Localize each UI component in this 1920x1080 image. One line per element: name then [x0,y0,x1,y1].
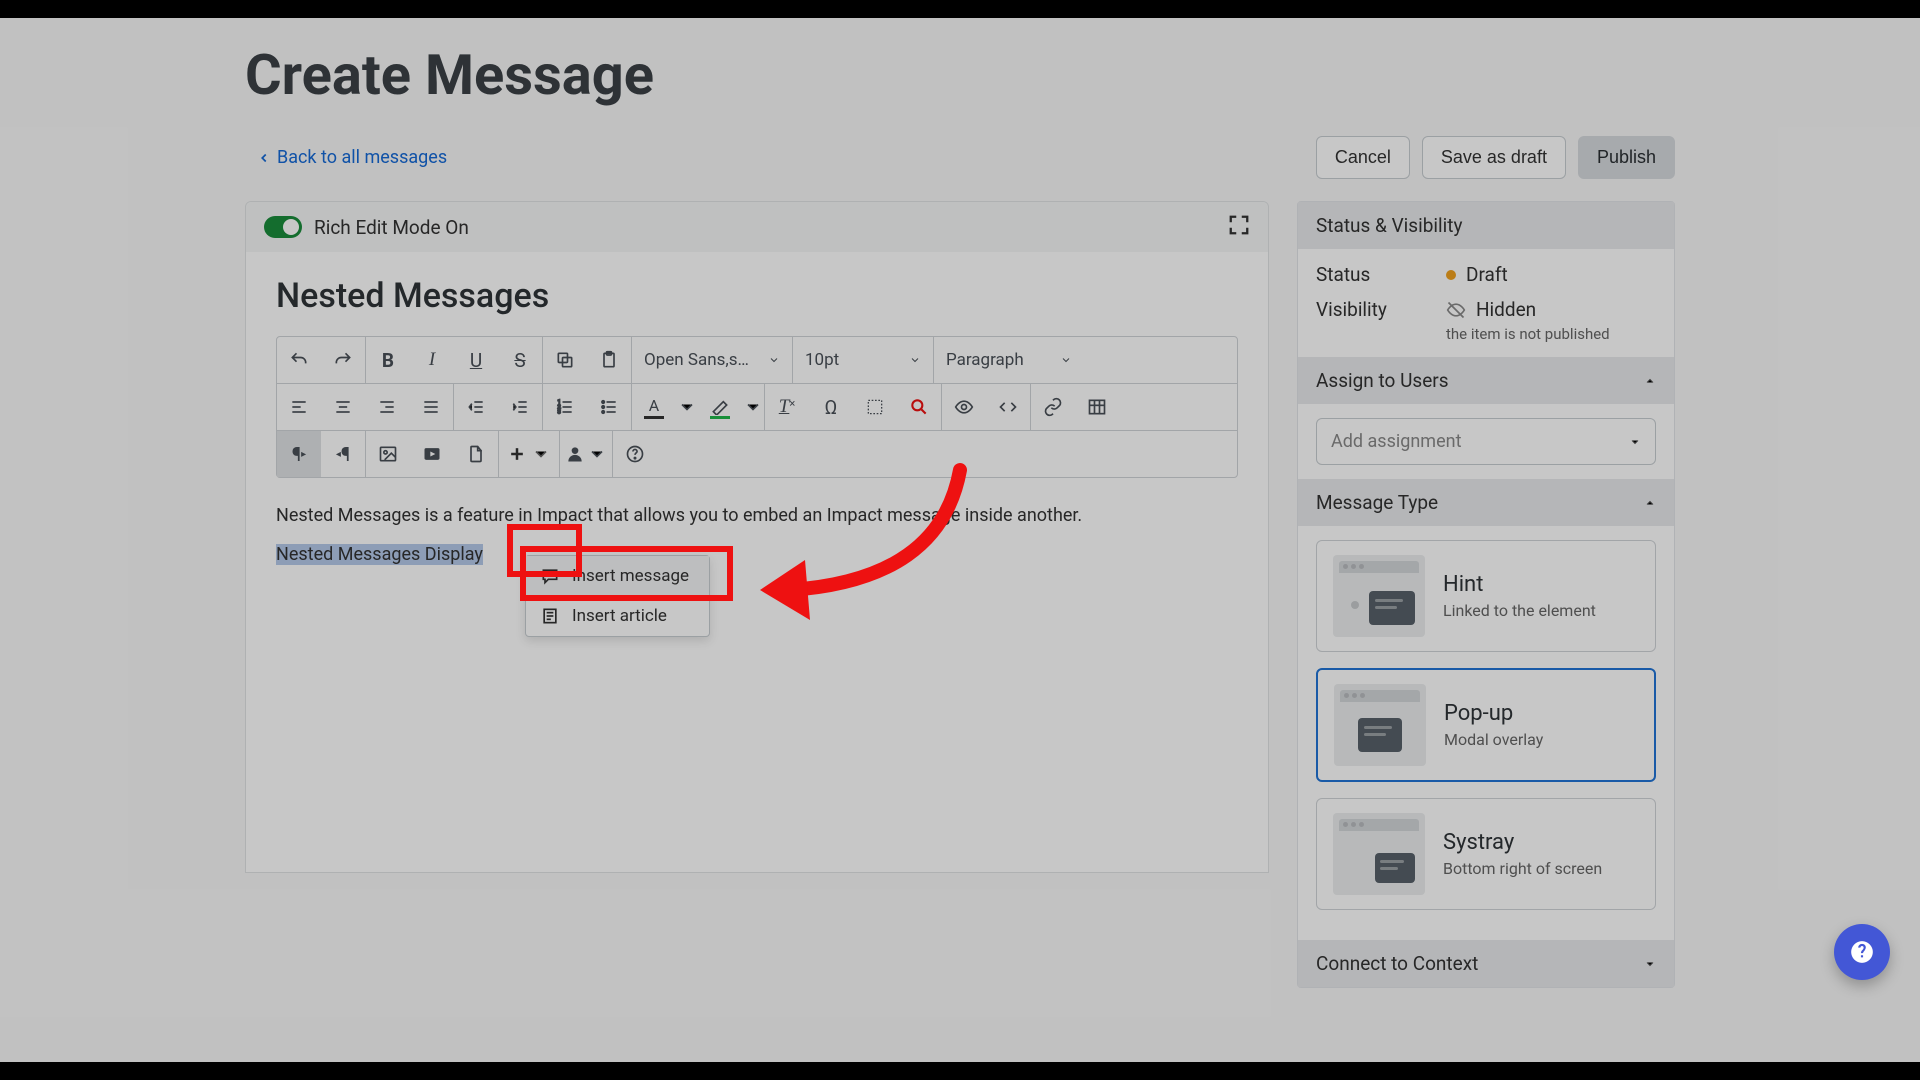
font-family-value: Open Sans,s… [644,350,749,370]
underline-button[interactable]: U [454,337,498,383]
publish-button[interactable]: Publish [1578,136,1675,179]
rich-edit-toggle[interactable] [264,216,302,238]
align-right-button[interactable] [365,384,409,430]
font-size-value: 10pt [805,350,839,370]
block-format-select[interactable]: Paragraph [934,337,1084,383]
insert-article-item[interactable]: Insert article [526,596,709,636]
insert-link-button[interactable] [1031,384,1075,430]
rich-text-toolbar: B I U S Open Sans,s… [276,336,1238,478]
message-icon [540,566,560,586]
highlight-color-chevron[interactable] [742,384,764,430]
find-replace-button[interactable] [897,384,941,430]
insert-table-button[interactable] [1075,384,1119,430]
cancel-button[interactable]: Cancel [1316,136,1410,179]
unordered-list-button[interactable] [587,384,631,430]
align-center-button[interactable] [321,384,365,430]
ltr-button[interactable]: ¶▸ [277,431,321,477]
outdent-button[interactable] [454,384,498,430]
insert-dropdown-menu: Insert message Insert article [525,555,710,637]
systray-preview-icon [1333,813,1425,895]
article-icon [540,606,560,626]
insert-menu-button[interactable] [499,431,559,477]
clear-format-button[interactable]: T× [765,384,809,430]
editor-selected-text[interactable]: Nested Messages Display [276,544,483,565]
text-color-chevron[interactable] [676,384,698,430]
visibility-label: Visibility [1316,298,1446,321]
highlight-color-button[interactable] [698,384,742,430]
status-label: Status [1316,263,1446,286]
connect-context-label: Connect to Context [1316,952,1478,975]
insert-message-item[interactable]: Insert message [526,556,709,596]
insert-file-button[interactable] [454,431,498,477]
help-fab-button[interactable] [1834,924,1890,980]
italic-button[interactable]: I [410,337,454,383]
hint-title: Hint [1443,572,1596,597]
msgtype-popup-card[interactable]: Pop-up Modal overlay [1316,668,1656,782]
align-justify-button[interactable] [409,384,453,430]
rtl-button[interactable]: ◂¶ [321,431,365,477]
bold-button[interactable]: B [366,337,410,383]
copy-button[interactable] [543,337,587,383]
user-menu-button[interactable] [560,431,612,477]
msgtype-hint-card[interactable]: Hint Linked to the element [1316,540,1656,652]
font-family-select[interactable]: Open Sans,s… [632,337,792,383]
insert-video-button[interactable] [410,431,454,477]
hint-preview-icon [1333,555,1425,637]
source-code-button[interactable] [986,384,1030,430]
popup-sub: Modal overlay [1444,730,1543,749]
indent-button[interactable] [498,384,542,430]
message-type-header[interactable]: Message Type [1298,479,1674,526]
visibility-value: Hidden [1476,298,1536,321]
insert-image-button[interactable] [366,431,410,477]
help-button[interactable] [613,431,657,477]
connect-context-header[interactable]: Connect to Context [1298,940,1674,987]
assign-users-label: Assign to Users [1316,369,1449,392]
popup-preview-icon [1334,684,1426,766]
insert-message-label: Insert message [572,566,689,586]
editor-body-text[interactable]: Nested Messages is a feature in Impact t… [276,502,1238,530]
message-type-label: Message Type [1316,491,1438,514]
expand-icon[interactable] [1228,214,1250,240]
back-label: Back to all messages [277,147,447,168]
redo-button[interactable] [321,337,365,383]
add-assignment-select[interactable]: Add assignment [1316,418,1656,465]
paste-button[interactable] [587,337,631,383]
block-format-value: Paragraph [946,350,1024,370]
systray-sub: Bottom right of screen [1443,859,1602,878]
special-char-button[interactable]: Ω [809,384,853,430]
popup-title: Pop-up [1444,701,1543,726]
add-assignment-placeholder: Add assignment [1331,431,1461,452]
hint-sub: Linked to the element [1443,601,1596,620]
document-title[interactable]: Nested Messages [276,276,1238,316]
save-draft-button[interactable]: Save as draft [1422,136,1566,179]
strikethrough-button[interactable]: S [498,337,542,383]
select-all-button[interactable] [853,384,897,430]
preview-button[interactable] [942,384,986,430]
hidden-icon [1446,300,1466,320]
rich-edit-label: Rich Edit Mode On [314,216,469,239]
status-value: Draft [1466,263,1508,286]
text-color-button[interactable]: A [632,384,676,430]
svg-text:3: 3 [558,410,561,416]
msgtype-systray-card[interactable]: Systray Bottom right of screen [1316,798,1656,910]
systray-title: Systray [1443,830,1602,855]
page-title: Create Message [245,42,1675,108]
status-dot-icon [1446,270,1456,280]
back-to-messages-link[interactable]: Back to all messages [245,147,447,168]
insert-article-label: Insert article [572,606,667,626]
undo-button[interactable] [277,337,321,383]
status-visibility-header: Status & Visibility [1298,202,1674,249]
visibility-note: the item is not published [1446,325,1610,343]
editor-panel: Rich Edit Mode On Nested Messages [245,201,1269,873]
align-left-button[interactable] [277,384,321,430]
assign-users-header[interactable]: Assign to Users [1298,357,1674,404]
font-size-select[interactable]: 10pt [793,337,933,383]
ordered-list-button[interactable]: 123 [543,384,587,430]
